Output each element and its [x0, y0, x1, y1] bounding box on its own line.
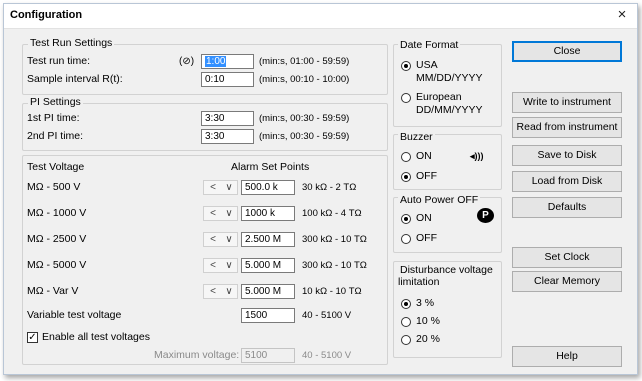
date-usa-label: USA — [416, 59, 438, 71]
spin-next-icon[interactable]: ∨ — [221, 181, 237, 194]
alarm-value-input[interactable]: 5.000 M — [241, 284, 295, 299]
test-run-time-input[interactable]: 1:00 — [201, 54, 254, 69]
variable-voltage-range: 40 - 5100 V — [302, 310, 352, 321]
auto-power-heading: Auto Power OFF — [398, 194, 481, 207]
spin-prev-icon[interactable]: < — [205, 181, 221, 194]
alarm-range: 10 kΩ - 10 TΩ — [302, 286, 362, 297]
alarm-value-input[interactable]: 500.0 k — [241, 180, 295, 195]
second-pi-input[interactable]: 3:30 — [201, 129, 254, 144]
set-clock-button[interactable]: Set Clock — [512, 247, 622, 268]
variable-voltage-input[interactable]: 1500 — [241, 308, 295, 323]
voltage-row-label: MΩ - 1000 V — [27, 207, 87, 219]
disturbance-heading-line2: limitation — [398, 276, 440, 288]
first-pi-label: 1st PI time: — [27, 112, 80, 124]
alarm-range: 300 kΩ - 10 TΩ — [302, 260, 367, 271]
spin-next-icon[interactable]: ∨ — [221, 285, 237, 298]
load-from-disk-button[interactable]: Load from Disk — [512, 171, 622, 192]
timer-icon[interactable]: (⊘) — [179, 55, 194, 68]
disturbance-3-radio[interactable] — [401, 299, 411, 309]
close-icon[interactable]: × — [611, 6, 633, 24]
date-european-radio[interactable] — [401, 93, 411, 103]
spin-next-icon[interactable]: ∨ — [221, 207, 237, 220]
alarm-spinner[interactable]: < ∨ — [203, 258, 238, 273]
date-format-heading: Date Format — [398, 39, 461, 52]
buzzer-on-label: ON — [416, 150, 432, 162]
auto-power-on-radio[interactable] — [401, 214, 411, 224]
save-to-disk-button[interactable]: Save to Disk — [512, 145, 622, 166]
spin-prev-icon[interactable]: < — [205, 207, 221, 220]
maximum-voltage-range: 40 - 5100 V — [302, 350, 352, 361]
configuration-dialog: Configuration × Test Run Settings Test r… — [3, 3, 638, 375]
date-european-format: DD/MM/YYYY — [416, 104, 483, 116]
disturbance-10-label: 10 % — [416, 315, 440, 327]
sample-interval-hint: (min:s, 00:10 - 10:00) — [259, 74, 350, 85]
spin-next-icon[interactable]: ∨ — [221, 259, 237, 272]
speaker-icon: ◂))) — [470, 151, 484, 161]
buzzer-off-label: OFF — [416, 170, 437, 182]
auto-power-on-label: ON — [416, 212, 432, 224]
spin-prev-icon[interactable]: < — [205, 259, 221, 272]
date-usa-radio[interactable] — [401, 61, 411, 71]
enable-all-voltages-label: Enable all test voltages — [42, 331, 150, 343]
clear-memory-button[interactable]: Clear Memory — [512, 271, 622, 292]
close-button[interactable]: Close — [512, 41, 622, 62]
buzzer-off-radio[interactable] — [401, 172, 411, 182]
alarm-value-input[interactable]: 2.500 M — [241, 232, 295, 247]
sample-interval-label: Sample interval R(t): — [27, 73, 123, 85]
maximum-voltage-label: Maximum voltage: — [154, 349, 240, 361]
read-from-instrument-button[interactable]: Read from instrument — [512, 117, 622, 138]
alarm-spinner[interactable]: < ∨ — [203, 284, 238, 299]
title-bar[interactable]: Configuration × — [4, 4, 637, 29]
buzzer-heading: Buzzer — [398, 131, 435, 144]
write-to-instrument-button[interactable]: Write to instrument — [512, 92, 622, 113]
alarm-value-input[interactable]: 1000 k — [241, 206, 295, 221]
alarm-range: 100 kΩ - 4 TΩ — [302, 208, 362, 219]
defaults-button[interactable]: Defaults — [512, 197, 622, 218]
alarm-spinner[interactable]: < ∨ — [203, 180, 238, 195]
first-pi-hint: (min:s, 00:30 - 59:59) — [259, 113, 350, 124]
date-usa-format: MM/DD/YYYY — [416, 72, 483, 84]
auto-power-off-radio[interactable] — [401, 234, 411, 244]
spin-prev-icon[interactable]: < — [205, 285, 221, 298]
voltage-row-label: MΩ - Var V — [27, 285, 79, 297]
disturbance-10-radio[interactable] — [401, 317, 411, 327]
test-run-time-hint: (min:s, 01:00 - 59:59) — [259, 56, 350, 67]
disturbance-3-label: 3 % — [416, 297, 435, 309]
second-pi-hint: (min:s, 00:30 - 59:59) — [259, 131, 350, 142]
variable-voltage-label: Variable test voltage — [27, 309, 122, 321]
buzzer-on-radio[interactable] — [401, 152, 411, 162]
spin-next-icon[interactable]: ∨ — [221, 233, 237, 246]
alarm-set-points-heading: Alarm Set Points — [231, 161, 310, 173]
test-run-heading: Test Run Settings — [28, 37, 115, 50]
date-european-label: European — [416, 91, 462, 103]
alarm-range: 30 kΩ - 2 TΩ — [302, 182, 357, 193]
spin-prev-icon[interactable]: < — [205, 233, 221, 246]
pi-settings-heading: PI Settings — [28, 96, 83, 109]
voltage-row-label: MΩ - 500 V — [27, 181, 81, 193]
test-voltage-heading: Test Voltage — [27, 161, 85, 173]
voltage-row-label: MΩ - 2500 V — [27, 233, 87, 245]
alarm-range: 300 kΩ - 10 TΩ — [302, 234, 367, 245]
second-pi-label: 2nd PI time: — [27, 130, 84, 142]
alarm-spinner[interactable]: < ∨ — [203, 232, 238, 247]
disturbance-20-label: 20 % — [416, 333, 440, 345]
dialog-title: Configuration — [10, 9, 83, 21]
test-run-group — [22, 44, 388, 95]
power-badge-icon: P — [477, 208, 494, 223]
alarm-spinner[interactable]: < ∨ — [203, 206, 238, 221]
maximum-voltage-input: 5100 — [241, 348, 295, 363]
help-button[interactable]: Help — [512, 346, 622, 367]
enable-all-voltages-checkbox[interactable]: ✓ — [27, 332, 38, 343]
disturbance-20-radio[interactable] — [401, 335, 411, 345]
sample-interval-input[interactable]: 0:10 — [201, 72, 254, 87]
first-pi-input[interactable]: 3:30 — [201, 111, 254, 126]
test-run-time-label: Test run time: — [27, 55, 91, 67]
auto-power-off-label: OFF — [416, 232, 437, 244]
alarm-value-input[interactable]: 5.000 M — [241, 258, 295, 273]
voltage-row-label: MΩ - 5000 V — [27, 259, 87, 271]
